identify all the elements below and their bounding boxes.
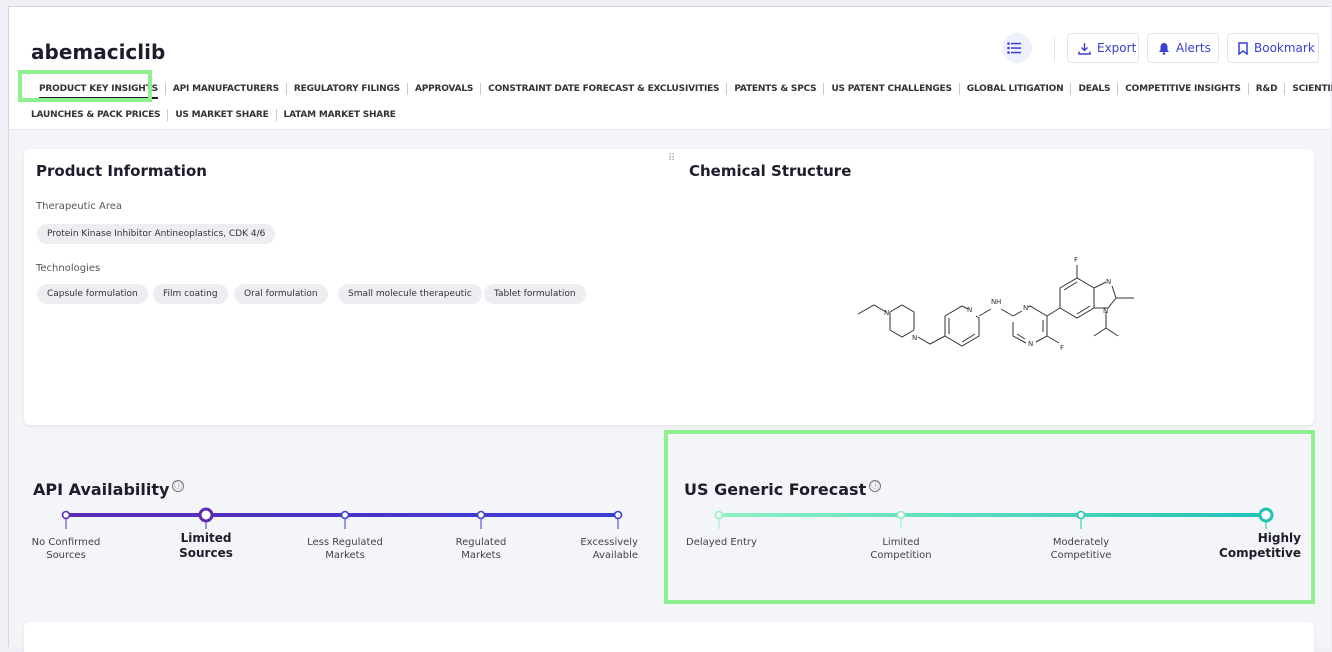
atom-label-n: N bbox=[1023, 304, 1028, 312]
api-availability-level-label: Less Regulated Markets bbox=[295, 536, 395, 562]
tab-constraint-date-forecast[interactable]: CONSTRAINT DATE FORECAST & EXCLUSIVITIES bbox=[480, 83, 726, 95]
us-generic-forecast-track bbox=[719, 513, 1266, 517]
export-label: Export bbox=[1097, 41, 1137, 55]
chemical-structure-title: Chemical Structure bbox=[689, 162, 852, 180]
tab-bar-row-1: PRODUCT KEY INSIGHTS API MANUFACTURERS R… bbox=[31, 81, 1332, 99]
product-header: abemaciclib Export Alerts Bookmark PRODU… bbox=[9, 7, 1332, 130]
drag-handle-icon[interactable]: ⠿ bbox=[668, 154, 676, 164]
tab-scientific[interactable]: SCIENTIFIC bbox=[1284, 83, 1332, 95]
tab-us-patent-challenges[interactable]: US PATENT CHALLENGES bbox=[823, 83, 958, 95]
tab-deals[interactable]: DEALS bbox=[1070, 83, 1117, 95]
us-generic-forecast-level-label-line: Competition bbox=[870, 550, 932, 561]
tab-latam-market-share[interactable]: LATAM MARKET SHARE bbox=[275, 109, 403, 121]
us-generic-forecast-level-label-line: Highly bbox=[1257, 531, 1301, 545]
us-generic-forecast-level-label-line: Moderately bbox=[1052, 537, 1110, 548]
us-generic-forecast-marker bbox=[896, 510, 906, 520]
therapeutic-area-label: Therapeutic Area bbox=[36, 201, 123, 212]
us-generic-forecast-level-label-line: Delayed Entry bbox=[686, 537, 757, 548]
list-view-button[interactable] bbox=[1002, 33, 1032, 63]
api-availability-level-label: Regulated Markets bbox=[431, 536, 531, 562]
api-availability-level-label-line: Sources bbox=[179, 546, 233, 560]
technology-chip: Film coating bbox=[153, 284, 228, 304]
api-availability-level-label: Excessively Available bbox=[538, 536, 638, 562]
info-icon[interactable]: ⓘ bbox=[869, 480, 882, 492]
api-availability-level-label-line: Sources bbox=[46, 550, 86, 561]
us-generic-forecast-level-label: Moderately Competitive bbox=[1031, 536, 1131, 562]
tab-global-litigation[interactable]: GLOBAL LITIGATION bbox=[958, 83, 1071, 95]
toolbar-divider bbox=[1054, 37, 1055, 61]
tab-regulatory-filings[interactable]: REGULATORY FILINGS bbox=[285, 83, 407, 95]
api-availability-level-label: Limited Sources bbox=[156, 531, 256, 561]
us-generic-forecast-level-label-line: Limited bbox=[882, 537, 920, 548]
us-generic-forecast-title-text: US Generic Forecast bbox=[684, 480, 867, 499]
alerts-button[interactable]: Alerts bbox=[1147, 33, 1219, 63]
api-availability-level-label-line: Available bbox=[592, 550, 638, 561]
api-availability-level-label-line: No Confirmed bbox=[31, 537, 101, 548]
tab-competitive-insights[interactable]: COMPETITIVE INSIGHTS bbox=[1117, 83, 1247, 95]
list-icon bbox=[1007, 42, 1021, 54]
atom-label-f: F bbox=[1060, 344, 1064, 352]
bookmark-label: Bookmark bbox=[1254, 41, 1315, 55]
us-generic-forecast-title: US Generic Forecast ⓘ bbox=[684, 480, 882, 499]
api-availability-title: API Availability ⓘ bbox=[33, 480, 185, 499]
us-generic-forecast-selected-marker bbox=[1258, 507, 1274, 523]
download-icon bbox=[1078, 42, 1091, 55]
us-generic-forecast-level-label: Limited Competition bbox=[851, 536, 951, 562]
technology-chip: Capsule formulation bbox=[37, 284, 148, 304]
atom-label-h: H bbox=[996, 298, 1001, 306]
api-availability-level-label-line: Less Regulated bbox=[307, 537, 383, 548]
api-availability-level-label-line: Limited bbox=[180, 531, 232, 545]
us-generic-forecast-scale bbox=[714, 507, 1274, 529]
api-availability-title-text: API Availability bbox=[33, 480, 170, 499]
next-card bbox=[24, 622, 1314, 652]
product-info-title: Product Information bbox=[36, 162, 207, 180]
api-availability-level-label-line: Regulated bbox=[455, 537, 507, 548]
chemical-structure-image: N N N N H N N F F N N bbox=[857, 256, 1134, 352]
tab-launches-pack-prices[interactable]: LAUNCHES & PACK PRICES bbox=[31, 109, 167, 121]
us-generic-forecast-marker bbox=[1076, 510, 1086, 520]
us-generic-forecast-level-label: Highly Competitive bbox=[1201, 531, 1301, 561]
tab-api-manufacturers[interactable]: API MANUFACTURERS bbox=[164, 83, 286, 95]
api-availability-level-label-line: Excessively bbox=[580, 537, 638, 548]
export-button[interactable]: Export bbox=[1067, 33, 1139, 63]
atom-label-n: N bbox=[1103, 307, 1108, 315]
alerts-label: Alerts bbox=[1176, 41, 1211, 55]
bookmark-button[interactable]: Bookmark bbox=[1227, 33, 1319, 63]
atom-label-f: F bbox=[1074, 256, 1078, 264]
tab-r-and-d[interactable]: R&D bbox=[1247, 83, 1285, 95]
tab-approvals[interactable]: APPROVALS bbox=[406, 83, 480, 95]
api-availability-level-label: No Confirmed Sources bbox=[16, 536, 116, 562]
tab-bar-row-2: LAUNCHES & PACK PRICES US MARKET SHARE L… bbox=[31, 107, 403, 123]
atom-label-n: N bbox=[884, 309, 889, 317]
bookmark-icon bbox=[1238, 41, 1248, 55]
therapeutic-area-chip: Protein Kinase Inhibitor Antineoplastics… bbox=[37, 224, 276, 244]
us-generic-forecast-level-label: Delayed Entry bbox=[686, 536, 786, 549]
info-icon[interactable]: ⓘ bbox=[172, 480, 185, 492]
atom-label-n: N bbox=[1028, 340, 1033, 348]
technology-chip: Tablet formulation bbox=[484, 284, 586, 304]
us-generic-forecast-level-label-line: Competitive bbox=[1050, 550, 1112, 561]
us-generic-forecast-marker bbox=[714, 510, 724, 520]
api-availability-level-label-line: Markets bbox=[325, 550, 365, 561]
bell-icon bbox=[1159, 42, 1169, 55]
atom-label-n: N bbox=[912, 334, 917, 342]
technology-chip: Small molecule therapeutic bbox=[338, 284, 482, 304]
tab-us-market-share[interactable]: US MARKET SHARE bbox=[167, 109, 275, 121]
tab-patents-spcs[interactable]: PATENTS & SPCS bbox=[726, 83, 823, 95]
product-title: abemaciclib bbox=[31, 40, 166, 64]
highlight-active-tab bbox=[18, 70, 152, 102]
atom-label-n: N bbox=[967, 306, 972, 314]
api-availability-level-label-line: Markets bbox=[461, 550, 501, 561]
technologies-label: Technologies bbox=[36, 263, 101, 274]
us-generic-forecast-level-label-line: Competitive bbox=[1219, 546, 1301, 560]
atom-label-n: N bbox=[1106, 278, 1111, 286]
technology-chip: Oral formulation bbox=[234, 284, 328, 304]
